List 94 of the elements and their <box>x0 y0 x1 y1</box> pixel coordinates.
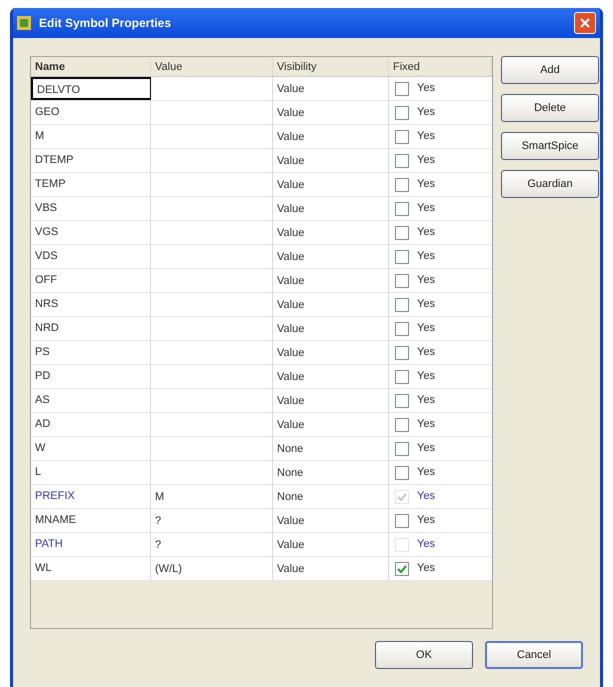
checkbox-label: Yes <box>417 513 435 528</box>
name-cell[interactable]: VBS <box>31 197 151 220</box>
column-header[interactable]: Visibility <box>273 57 389 76</box>
visibility-cell[interactable]: Value <box>273 77 389 100</box>
action-button[interactable]: Guardian <box>501 170 599 198</box>
visibility-cell[interactable]: Value <box>273 269 389 292</box>
checkbox[interactable] <box>395 226 409 240</box>
checkbox-label: Yes <box>417 561 435 576</box>
visibility-cell[interactable]: None <box>273 461 389 484</box>
name-cell[interactable]: W <box>31 437 151 460</box>
visibility-cell[interactable]: Value <box>273 413 389 436</box>
checkbox-label: Yes <box>417 297 435 312</box>
visibility-cell[interactable]: Value <box>273 221 389 244</box>
name-cell[interactable]: PS <box>31 341 151 364</box>
name-cell[interactable]: PD <box>31 365 151 388</box>
visibility-cell[interactable]: Value <box>273 197 389 220</box>
checkbox-label: Yes <box>417 393 435 408</box>
checkbox[interactable] <box>395 250 409 264</box>
visibility-cell[interactable]: Value <box>273 173 389 196</box>
checkbox-label: Yes <box>417 369 435 384</box>
checkbox[interactable] <box>395 202 409 216</box>
visibility-cell[interactable]: Value <box>273 245 389 268</box>
name-cell[interactable]: NRS <box>31 293 151 316</box>
name-cell[interactable]: WL <box>31 557 151 580</box>
checkbox-label: Yes <box>417 225 435 240</box>
name-cell[interactable]: MNAME <box>31 509 151 532</box>
checkbox[interactable] <box>395 178 409 192</box>
checkbox[interactable] <box>395 298 409 312</box>
name-cell[interactable]: VDS <box>31 245 151 268</box>
visibility-cell[interactable]: Value <box>273 101 389 124</box>
visibility-cell[interactable]: Value <box>273 293 389 316</box>
checkbox[interactable] <box>395 466 409 480</box>
checkbox-label: Yes <box>417 321 435 336</box>
checkbox[interactable] <box>395 106 409 120</box>
name-cell[interactable]: L <box>31 461 151 484</box>
visibility-cell[interactable]: Value <box>273 341 389 364</box>
checkbox-label: Yes <box>417 177 435 192</box>
window-title: Edit Symbol Properties <box>39 15 172 32</box>
dialog-button[interactable]: OK <box>375 641 473 669</box>
action-button[interactable]: Add <box>501 56 599 84</box>
visibility-cell[interactable]: Value <box>273 557 389 580</box>
checkbox-label: Yes <box>417 489 435 504</box>
name-cell[interactable]: GEO <box>31 101 151 124</box>
checkbox-label: Yes <box>417 537 435 552</box>
checkbox-label: Yes <box>417 129 435 144</box>
visibility-cell[interactable]: Value <box>273 149 389 172</box>
name-cell[interactable]: AD <box>31 413 151 436</box>
parameter-cell[interactable]: ? <box>151 509 273 532</box>
checkbox[interactable] <box>395 322 409 336</box>
parameter-cell[interactable]: (W/L) <box>151 557 273 580</box>
checkbox-label: Yes <box>417 105 435 120</box>
name-cell[interactable]: NRD <box>31 317 151 340</box>
checkbox[interactable] <box>395 442 409 456</box>
column-header[interactable]: Fixed <box>389 57 492 76</box>
name-cell[interactable]: TEMP <box>31 173 151 196</box>
column-header[interactable]: Name <box>31 57 151 76</box>
visibility-cell[interactable]: Value <box>273 317 389 340</box>
checkbox-label: Yes <box>417 249 435 264</box>
checkbox-label: Yes <box>417 345 435 360</box>
visibility-cell[interactable]: None <box>273 437 389 460</box>
checkbox[interactable] <box>395 130 409 144</box>
close-icon <box>580 18 590 28</box>
close-button[interactable] <box>574 12 596 34</box>
checkbox[interactable] <box>395 82 409 96</box>
column-header[interactable]: Value <box>151 57 273 76</box>
visibility-cell[interactable]: Value <box>273 125 389 148</box>
checkbox[interactable] <box>395 154 409 168</box>
checkbox-label: Yes <box>417 201 435 216</box>
name-cell[interactable]: AS <box>31 389 151 412</box>
name-cell[interactable]: VGS <box>31 221 151 244</box>
checkbox-label: Yes <box>417 81 435 96</box>
name-cell[interactable]: OFF <box>31 269 151 292</box>
checkbox[interactable] <box>395 394 409 408</box>
checkbox-label: Yes <box>417 273 435 288</box>
checkbox-label: Yes <box>417 153 435 168</box>
action-button[interactable]: Delete <box>501 94 599 122</box>
checkbox-label: Yes <box>417 465 435 480</box>
checkbox[interactable] <box>395 418 409 432</box>
checkbox-label: Yes <box>417 441 435 456</box>
app-icon <box>17 16 31 30</box>
checkbox[interactable] <box>395 274 409 288</box>
checkbox[interactable] <box>395 514 409 528</box>
name-cell[interactable]: DTEMP <box>31 149 151 172</box>
visibility-cell[interactable]: Value <box>273 389 389 412</box>
checkbox-label: Yes <box>417 417 435 432</box>
visibility-cell[interactable]: Value <box>273 365 389 388</box>
name-cell[interactable]: DELVTO <box>31 77 151 100</box>
checkbox[interactable] <box>395 346 409 360</box>
action-button[interactable]: SmartSpice <box>501 132 599 160</box>
name-cell[interactable]: M <box>31 125 151 148</box>
checkbox[interactable] <box>395 562 409 576</box>
checkbox[interactable] <box>395 370 409 384</box>
visibility-cell[interactable]: Value <box>273 509 389 532</box>
dialog-button[interactable]: Cancel <box>485 641 583 669</box>
